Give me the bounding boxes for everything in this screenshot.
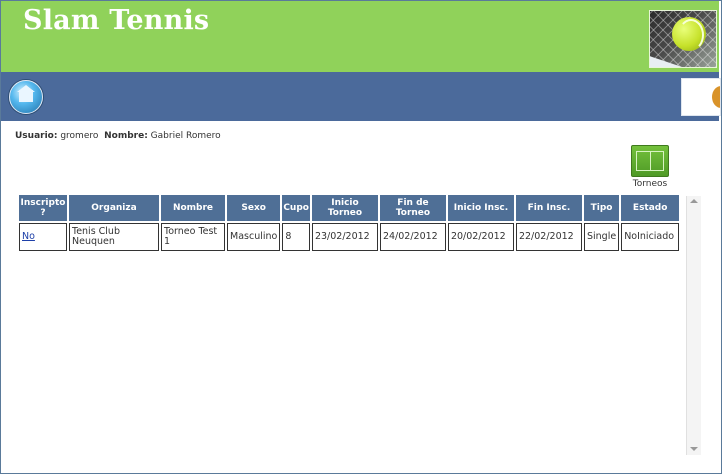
cell-nombre: Torneo Test 1: [161, 223, 225, 251]
cell-inscripto: No: [19, 223, 67, 251]
table-header-row: Inscripto ? Organiza Nombre Sexo Cupo In…: [19, 195, 680, 223]
nav-bar: [1, 72, 721, 121]
site-header: Slam Tennis: [1, 1, 719, 72]
cell-tipo: Single: [583, 223, 620, 251]
home-icon[interactable]: [9, 80, 43, 114]
col-nombre: Nombre: [161, 195, 225, 223]
col-sexo: Sexo: [227, 195, 281, 223]
inscripto-link[interactable]: No: [22, 231, 35, 242]
nombre-label: Nombre:: [104, 131, 148, 141]
col-estado: Estado: [621, 195, 680, 223]
col-cupo: Cupo: [282, 195, 310, 223]
col-tipo: Tipo: [583, 195, 620, 223]
tournaments-table: Inscripto ? Organiza Nombre Sexo Cupo In…: [17, 195, 681, 251]
scroll-down-icon[interactable]: [690, 447, 698, 451]
usuario-value: gromero: [60, 131, 99, 141]
usuario-label: Usuario:: [15, 131, 58, 141]
cell-fin-insc: 22/02/2012: [515, 223, 582, 251]
table-row: No Tenis Club Neuquen Torneo Test 1 Masc…: [19, 223, 680, 251]
col-inicio-torneo: Inicio Torneo: [311, 195, 378, 223]
nav-banner-thumbnail: [681, 78, 721, 116]
cell-sexo: Masculino: [227, 223, 281, 251]
col-fin-insc: Fin Insc.: [515, 195, 582, 223]
user-info: Usuario: gromero Nombre: Gabriel Romero: [15, 131, 221, 141]
cell-inicio-insc: 20/02/2012: [447, 223, 514, 251]
cell-fin-torneo: 24/02/2012: [379, 223, 446, 251]
col-organiza: Organiza: [69, 195, 159, 223]
torneos-shortcut[interactable]: Torneos: [628, 145, 672, 189]
nombre-value: Gabriel Romero: [150, 131, 221, 141]
cell-inicio-torneo: 23/02/2012: [311, 223, 378, 251]
vertical-scrollbar[interactable]: [686, 196, 701, 455]
cell-organiza: Tenis Club Neuquen: [69, 223, 159, 251]
tennis-ball-image: [649, 10, 717, 68]
torneos-label[interactable]: Torneos: [628, 179, 672, 189]
tennis-court-icon[interactable]: [631, 145, 669, 177]
cell-estado: NoIniciado: [621, 223, 680, 251]
cell-cupo: 8: [282, 223, 310, 251]
col-inicio-insc: Inicio Insc.: [447, 195, 514, 223]
col-fin-torneo: Fin de Torneo: [379, 195, 446, 223]
scroll-up-icon[interactable]: [690, 199, 698, 203]
site-title: Slam Tennis: [23, 5, 210, 36]
col-inscripto: Inscripto ?: [19, 195, 67, 223]
